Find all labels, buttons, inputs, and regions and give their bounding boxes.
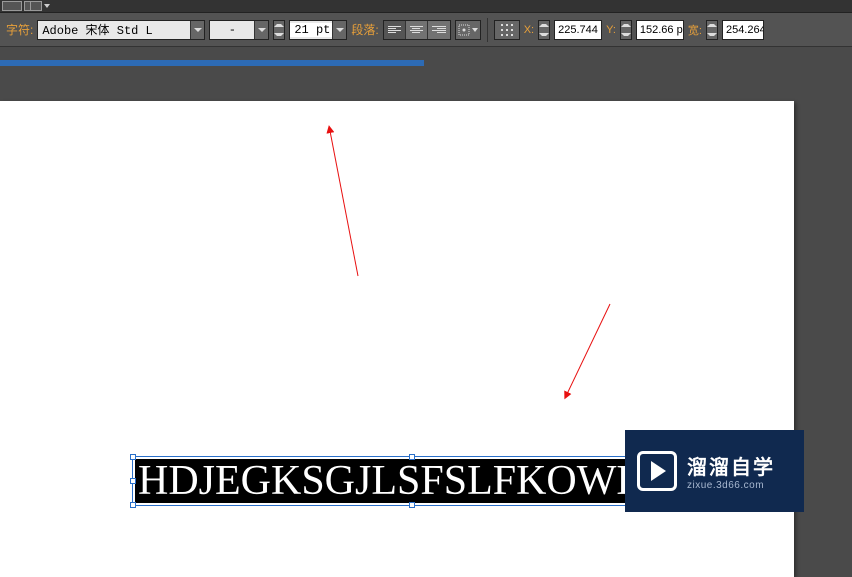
y-label: Y: bbox=[606, 24, 616, 36]
align-left-button[interactable] bbox=[384, 21, 406, 39]
chevron-down-icon[interactable] bbox=[44, 4, 50, 8]
watermark-title: 溜溜自学 bbox=[687, 451, 775, 480]
resize-handle[interactable] bbox=[130, 454, 136, 460]
x-input[interactable]: 225.744 bbox=[554, 20, 602, 40]
watermark-text: 溜溜自学 zixue.3d66.com bbox=[687, 451, 775, 491]
resize-handle[interactable] bbox=[130, 478, 136, 484]
font-size-dropdown[interactable]: 21 pt bbox=[289, 20, 347, 40]
panel-layout-icon[interactable] bbox=[24, 1, 42, 11]
watermark-url: zixue.3d66.com bbox=[687, 480, 775, 491]
text-options-bar: 字符: Adobe 宋体 Std L - 21 pt 段落: bbox=[0, 13, 852, 47]
paragraph-align-group bbox=[383, 20, 451, 40]
tab-strip bbox=[0, 0, 852, 13]
y-spinner[interactable] bbox=[620, 20, 632, 40]
character-label: 字符: bbox=[6, 21, 33, 38]
chevron-down-icon[interactable] bbox=[254, 21, 268, 39]
resize-handle[interactable] bbox=[409, 502, 415, 508]
width-label: 宽: bbox=[688, 22, 702, 38]
paragraph-label: 段落: bbox=[351, 21, 378, 38]
reference-point-button[interactable] bbox=[494, 20, 520, 40]
align-right-button[interactable] bbox=[428, 21, 450, 39]
resize-handle[interactable] bbox=[130, 502, 136, 508]
watermark: 溜溜自学 zixue.3d66.com bbox=[625, 430, 804, 512]
tab-icon[interactable] bbox=[2, 1, 22, 11]
ruler-selection-icon bbox=[0, 60, 424, 66]
divider bbox=[487, 18, 488, 42]
text-frame[interactable]: HDJEGKSGJLSFSLFKOWEJE bbox=[132, 456, 692, 506]
font-family-value: Adobe 宋体 Std L bbox=[38, 21, 190, 38]
font-family-dropdown[interactable]: Adobe 宋体 Std L bbox=[37, 20, 205, 40]
play-icon bbox=[637, 451, 677, 491]
transform-menu-button[interactable] bbox=[455, 20, 481, 40]
chevron-down-icon[interactable] bbox=[190, 21, 204, 39]
grid-icon bbox=[500, 23, 514, 37]
annotation-arrow-icon bbox=[320, 121, 380, 281]
resize-handle[interactable] bbox=[409, 454, 415, 460]
width-input[interactable]: 254.264 bbox=[722, 20, 764, 40]
y-input[interactable]: 152.66 p bbox=[636, 20, 684, 40]
font-size-value: 21 pt bbox=[290, 23, 332, 37]
selected-text[interactable]: HDJEGKSGJLSFSLFKOWEJE bbox=[135, 459, 689, 503]
annotation-arrow-icon bbox=[555, 299, 625, 409]
font-size-spinner[interactable] bbox=[273, 20, 285, 40]
chevron-down-icon[interactable] bbox=[332, 21, 346, 39]
font-style-dropdown[interactable]: - bbox=[209, 20, 269, 40]
font-style-value: - bbox=[210, 23, 254, 37]
transform-icon bbox=[458, 24, 470, 36]
align-center-button[interactable] bbox=[406, 21, 428, 39]
x-label: X: bbox=[524, 24, 534, 36]
x-spinner[interactable] bbox=[538, 20, 550, 40]
width-spinner[interactable] bbox=[706, 20, 718, 40]
chevron-down-icon bbox=[472, 28, 478, 32]
